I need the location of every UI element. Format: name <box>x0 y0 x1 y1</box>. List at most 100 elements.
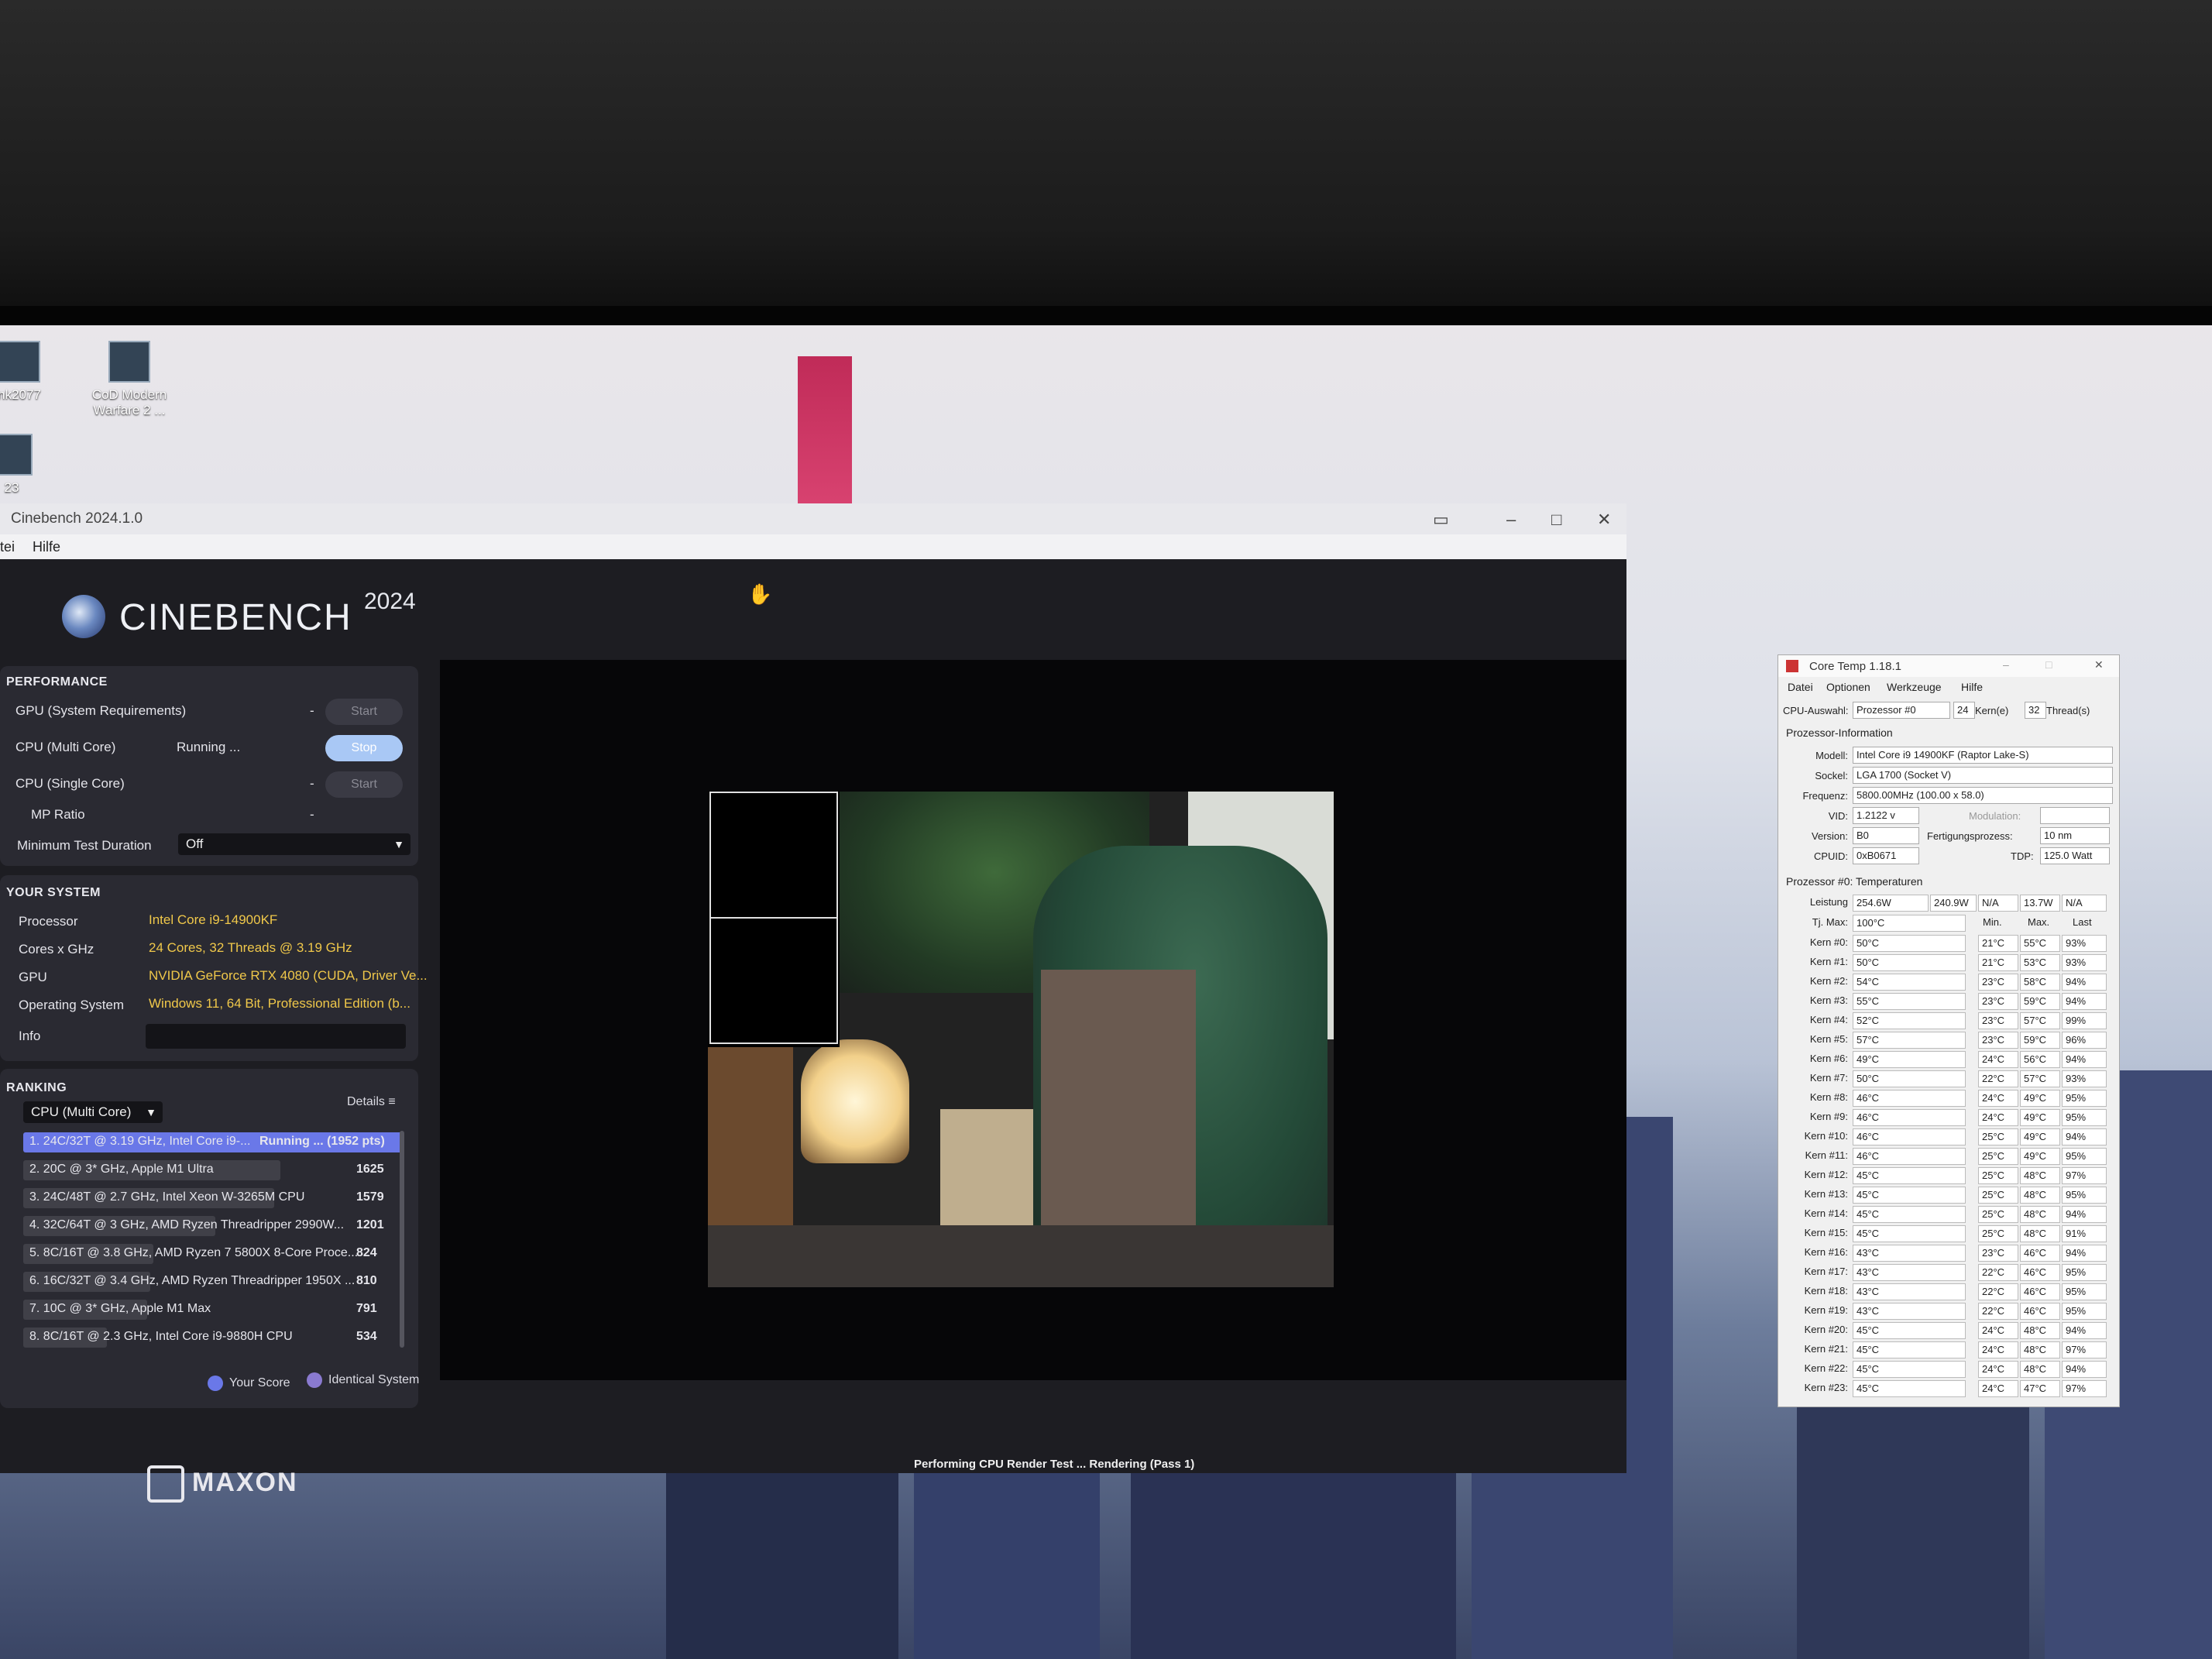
menu-file[interactable]: tei <box>0 539 15 555</box>
core-min: 25°C <box>1978 1167 2018 1184</box>
core-min: 24°C <box>1978 1380 2018 1397</box>
core-row: Kern #20: 45°C 24°C 48°C 94% <box>1778 1321 2119 1340</box>
minimize-button[interactable]: – <box>1506 510 1516 530</box>
core-load: 91% <box>2062 1225 2107 1242</box>
menu-werkzeuge[interactable]: Werkzeuge <box>1887 681 1942 693</box>
tjmax-label: Tj. Max: <box>1812 916 1848 928</box>
desktop-icon-cyberpunk[interactable]: nk2077 <box>0 341 70 403</box>
cpu-single-status: - <box>310 776 314 791</box>
core-min: 22°C <box>1978 1303 2018 1320</box>
power-dram: 13.7W <box>2020 895 2060 912</box>
cores-label: Cores x GHz <box>19 942 94 957</box>
menu-datei[interactable]: Datei <box>1788 681 1813 693</box>
ranking-row[interactable]: 5. 8C/16T @ 3.8 GHz, AMD Ryzen 7 5800X 8… <box>23 1242 403 1266</box>
core-max: 48°C <box>2020 1341 2060 1358</box>
cpu-select-dropdown[interactable]: Prozessor #0 <box>1853 702 1950 719</box>
core-max: 48°C <box>2020 1361 2060 1378</box>
core-temp: 46°C <box>1853 1128 1966 1146</box>
core-temp: 46°C <box>1853 1148 1966 1165</box>
ranking-row[interactable]: 6. 16C/32T @ 3.4 GHz, AMD Ryzen Threadri… <box>23 1270 403 1293</box>
core-name: Kern #9: <box>1809 1111 1848 1122</box>
ranking-row[interactable]: 4. 32C/64T @ 3 GHz, AMD Ryzen Threadripp… <box>23 1214 403 1238</box>
ranking-scrollbar[interactable] <box>400 1131 404 1348</box>
cpu-multi-stop-button[interactable]: Stop <box>325 735 403 761</box>
modell-label: Modell: <box>1815 750 1848 761</box>
ranking-row[interactable]: 7. 10C @ 3* GHz, Apple M1 Max 791 <box>23 1298 403 1321</box>
core-min: 23°C <box>1978 974 2018 991</box>
ranking-entry-score: 824 <box>356 1246 377 1259</box>
core-name: Kern #12: <box>1804 1169 1848 1180</box>
core-row: Kern #1: 50°C 21°C 53°C 93% <box>1778 953 2119 972</box>
desktop-icon-cod[interactable]: CoD Modern Warfare 2 ... <box>79 341 180 418</box>
coretemp-menubar: Datei Optionen Werkzeuge Hilfe <box>1778 677 2119 696</box>
info-field[interactable] <box>146 1024 406 1049</box>
gpu-start-button[interactable]: Start <box>325 699 403 725</box>
ranking-row[interactable]: 2. 20C @ 3* GHz, Apple M1 Ultra 1625 <box>23 1159 403 1182</box>
core-row: Kern #22: 45°C 24°C 48°C 94% <box>1778 1360 2119 1379</box>
desktop-icon-app[interactable]: 23 <box>0 434 62 496</box>
maximize-button[interactable]: □ <box>2045 658 2052 671</box>
col-min-header: Min. <box>1983 916 2002 928</box>
render-bucket <box>709 917 838 1044</box>
brand-year: 2024 <box>364 589 416 614</box>
maxon-logo-icon <box>147 1465 184 1503</box>
filter-icon: ≡ <box>388 1095 396 1108</box>
tdp-value: 125.0 Watt <box>2040 847 2110 864</box>
core-temp: 55°C <box>1853 993 1966 1010</box>
temperature-heading: Prozessor #0: Temperaturen <box>1786 875 1923 888</box>
details-button[interactable]: Details ≡ <box>347 1095 396 1109</box>
col-max-header: Max. <box>2028 916 2050 928</box>
cores-label: Kern(e) <box>1975 705 2009 716</box>
menu-help[interactable]: Hilfe <box>33 539 60 555</box>
core-max: 48°C <box>2020 1225 2060 1242</box>
ranking-row[interactable]: 8. 8C/16T @ 2.3 GHz, Intel Core i9-9880H… <box>23 1326 403 1349</box>
maximize-button[interactable]: □ <box>1551 510 1561 530</box>
core-min: 22°C <box>1978 1264 2018 1281</box>
core-temp: 43°C <box>1853 1283 1966 1300</box>
ranking-entry-score: 810 <box>356 1274 377 1287</box>
ranking-row[interactable]: 1. 24C/32T @ 3.19 GHz, Intel Core i9-...… <box>23 1131 403 1154</box>
core-max: 46°C <box>2020 1264 2060 1281</box>
coretemp-window: Core Temp 1.18.1 – □ ✕ Datei Optionen We… <box>1778 654 2120 1407</box>
core-name: Kern #16: <box>1804 1246 1848 1258</box>
render-viewport[interactable] <box>440 660 1626 1380</box>
core-max: 48°C <box>2020 1187 2060 1204</box>
core-load: 97% <box>2062 1380 2107 1397</box>
core-min: 24°C <box>1978 1361 2018 1378</box>
core-row: Kern #14: 45°C 25°C 48°C 94% <box>1778 1205 2119 1224</box>
coretemp-titlebar[interactable]: Core Temp 1.18.1 – □ ✕ <box>1778 655 2119 677</box>
core-row: Kern #23: 45°C 24°C 47°C 97% <box>1778 1379 2119 1398</box>
minimize-button[interactable]: – <box>2003 658 2009 671</box>
gpu-test-status: - <box>310 703 314 718</box>
core-load: 94% <box>2062 1051 2107 1068</box>
min-duration-label: Minimum Test Duration <box>17 838 152 853</box>
core-temp: 45°C <box>1853 1225 1966 1242</box>
cpu-single-start-button[interactable]: Start <box>325 771 403 798</box>
maxon-logo: MAXON <box>147 1465 298 1503</box>
cpuid-label: CPUID: <box>1813 850 1848 862</box>
ranking-row[interactable]: 3. 24C/48T @ 2.7 GHz, Intel Xeon W-3265M… <box>23 1187 403 1210</box>
snap-icon[interactable]: ▭ <box>1433 510 1449 530</box>
menu-optionen[interactable]: Optionen <box>1826 681 1870 693</box>
core-max: 49°C <box>2020 1090 2060 1107</box>
close-button[interactable]: ✕ <box>2094 658 2104 672</box>
modulation-label: Modulation: <box>1969 810 2021 822</box>
cinebench-titlebar[interactable]: Cinebench 2024.1.0 ▭ – □ ✕ <box>0 503 1626 535</box>
core-min: 24°C <box>1978 1051 2018 1068</box>
close-button[interactable]: ✕ <box>1597 510 1611 530</box>
power-uncore: N/A <box>1978 895 2018 912</box>
ranking-category-select[interactable]: CPU (Multi Core) ▼ <box>23 1101 163 1123</box>
ranking-entry-label: 3. 24C/48T @ 2.7 GHz, Intel Xeon W-3265M… <box>29 1190 305 1204</box>
mp-ratio-label: MP Ratio <box>31 807 85 822</box>
core-min: 24°C <box>1978 1322 2018 1339</box>
min-duration-select[interactable]: Off ▼ <box>178 833 410 855</box>
cores-count: 24 <box>1953 702 1975 719</box>
processor-label: Processor <box>19 914 78 929</box>
core-load: 94% <box>2062 1128 2107 1146</box>
core-load: 99% <box>2062 1012 2107 1029</box>
core-row: Kern #13: 45°C 25°C 48°C 95% <box>1778 1186 2119 1204</box>
core-temp: 50°C <box>1853 935 1966 952</box>
menu-hilfe[interactable]: Hilfe <box>1961 681 1983 693</box>
tjmax-row: Tj. Max: 100°C Min. Max. Last <box>1778 914 2119 933</box>
core-temp: 45°C <box>1853 1361 1966 1378</box>
